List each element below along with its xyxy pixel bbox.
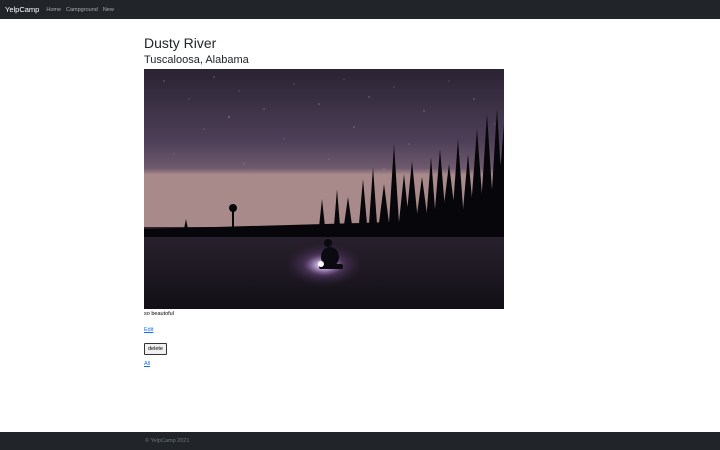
footer-copyright: © YelpCamp 2021 bbox=[145, 438, 190, 444]
campground-title: Dusty River bbox=[144, 35, 217, 51]
page-footer: © YelpCamp 2021 bbox=[0, 432, 720, 450]
campground-detail: Dusty River Tuscaloosa, Alabama so beaut… bbox=[144, 35, 505, 367]
nav-link-new[interactable]: New bbox=[103, 7, 114, 13]
nav-link-campground[interactable]: Campground bbox=[66, 7, 98, 13]
campground-description: so beautoful bbox=[144, 311, 174, 317]
campground-image bbox=[144, 69, 504, 309]
all-campgrounds-link[interactable]: All bbox=[144, 361, 150, 367]
edit-link[interactable]: Edit bbox=[144, 327, 153, 333]
night-sky-photo bbox=[144, 69, 504, 309]
navbar-brand[interactable]: YelpCamp bbox=[5, 5, 39, 14]
delete-button[interactable]: delete bbox=[144, 343, 167, 355]
campground-location: Tuscaloosa, Alabama bbox=[144, 54, 249, 66]
top-navbar: YelpCamp Home Campground New bbox=[0, 0, 720, 19]
nav-link-home[interactable]: Home bbox=[46, 7, 61, 13]
